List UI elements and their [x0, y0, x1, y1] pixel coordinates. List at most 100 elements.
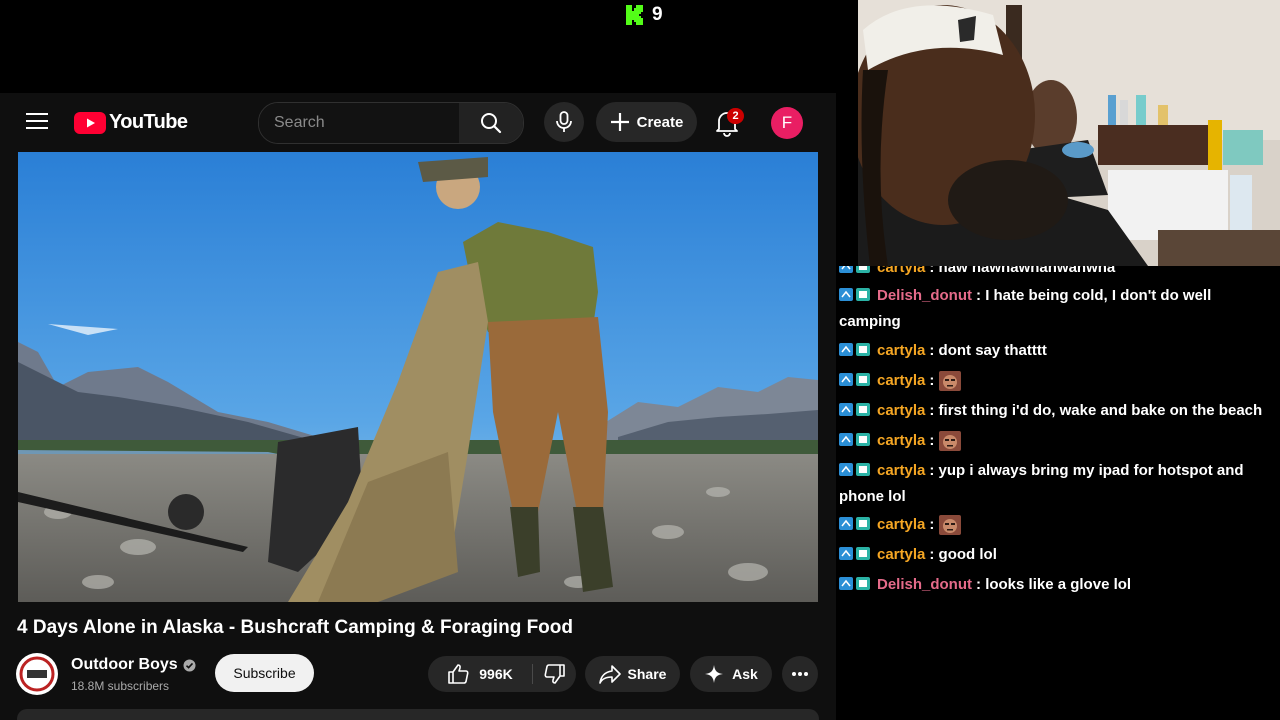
share-button[interactable]: Share — [585, 656, 680, 692]
like-count: 996K — [479, 666, 513, 682]
create-button[interactable]: Create — [596, 102, 697, 142]
dislike-button[interactable] — [533, 656, 576, 692]
chat-username[interactable]: cartyla — [877, 516, 925, 533]
notifications-button[interactable]: 2 — [712, 105, 744, 139]
channel-avatar[interactable] — [16, 653, 58, 695]
chat-colon: : — [929, 266, 939, 276]
chat-badges — [839, 339, 871, 364]
more-horizontal-icon — [792, 672, 808, 676]
plus-icon — [610, 113, 629, 131]
chat-text: naw nawnawnanwanwna — [938, 266, 1116, 276]
video-player[interactable] — [18, 152, 818, 602]
chat-username[interactable]: cartyla — [877, 402, 925, 419]
search-input[interactable] — [259, 103, 459, 143]
subscriber-count: 18.8M subscribers — [71, 679, 170, 693]
chat-badges — [839, 513, 871, 538]
thumbs-up-icon — [448, 664, 469, 684]
platform-badge-icon — [839, 546, 870, 560]
chat-username[interactable]: cartyla — [877, 342, 925, 359]
emote-face-icon — [938, 431, 961, 452]
chat-message: Delish_donut: looks like a glove lol — [839, 572, 1275, 598]
menu-icon[interactable] — [26, 112, 48, 130]
streamer-webcam — [858, 0, 1280, 266]
chat-username[interactable]: Delish_donut — [877, 576, 972, 593]
chat-colon: : — [929, 462, 939, 479]
sparkle-icon — [705, 665, 724, 683]
platform-badge-icon — [839, 287, 870, 301]
viewer-count: 9 — [652, 4, 663, 25]
youtube-logo[interactable]: YouTube — [74, 111, 188, 134]
chat-colon: : — [976, 287, 986, 304]
chat-panel: cartyla: naw nawnawnanwanwna Delish_donu… — [836, 266, 1280, 720]
platform-badge-icon — [839, 266, 870, 273]
youtube-logo-text: YouTube — [109, 111, 188, 133]
chat-username[interactable]: Delish_donut — [877, 287, 972, 304]
chat-badges — [839, 429, 871, 454]
platform-badge-icon — [839, 402, 870, 416]
video-frame — [18, 152, 818, 602]
platform-badge-icon — [839, 432, 870, 446]
thumbs-down-icon — [543, 664, 565, 684]
microphone-icon — [556, 111, 572, 132]
platform-badge-icon — [839, 372, 870, 386]
chat-username[interactable]: cartyla — [877, 546, 925, 563]
chat-message: cartyla: — [839, 512, 1275, 538]
chat-message: cartyla: first thing i'd do, wake and ba… — [839, 398, 1275, 424]
platform-badge-icon — [839, 576, 870, 590]
chat-colon: : — [929, 432, 939, 449]
chat-badges — [839, 284, 871, 309]
channel-name: Outdoor Boys — [71, 656, 178, 673]
chat-message: cartyla: — [839, 368, 1275, 394]
account-avatar[interactable]: F — [771, 107, 803, 139]
youtube-play-icon — [74, 111, 106, 134]
create-label: Create — [636, 113, 684, 131]
emote-face-icon — [938, 371, 961, 392]
chat-badges — [839, 266, 871, 281]
subscribe-button[interactable]: Subscribe — [215, 654, 314, 692]
search-button[interactable] — [459, 103, 523, 143]
share-label: Share — [627, 666, 667, 682]
search-icon — [481, 113, 502, 134]
chat-username[interactable]: cartyla — [877, 266, 925, 276]
chat-message: cartyla: dont say thatttt — [839, 338, 1275, 364]
chat-message: cartyla: naw nawnawnanwanwna — [839, 266, 1275, 281]
chat-colon: : — [929, 516, 939, 533]
channel-logo-icon — [17, 654, 57, 694]
verified-icon — [183, 659, 196, 671]
chat-colon: : — [929, 402, 939, 419]
chat-username[interactable]: cartyla — [877, 432, 925, 449]
chat-badges — [839, 459, 871, 484]
chat-message: cartyla: — [839, 428, 1275, 454]
chat-colon: : — [929, 372, 939, 389]
notification-badge: 2 — [727, 108, 744, 124]
chat-badges — [839, 573, 871, 598]
chat-message: Delish_donut: I hate being cold, I don't… — [839, 283, 1275, 334]
webcam-feed — [858, 0, 1280, 266]
chat-badges — [839, 399, 871, 424]
chat-colon: : — [929, 546, 939, 563]
more-actions-button[interactable] — [782, 656, 818, 692]
like-button[interactable]: 996K — [428, 656, 532, 692]
ask-label: Ask — [732, 666, 758, 682]
channel-name-row[interactable]: Outdoor Boys — [71, 656, 196, 674]
youtube-masthead: YouTube Create — [0, 93, 836, 151]
chat-text: first thing i'd do, wake and bake on the… — [938, 402, 1263, 419]
ask-button[interactable]: Ask — [690, 656, 772, 692]
like-dislike-group: 996K — [428, 656, 576, 692]
chat-username[interactable]: cartyla — [877, 462, 925, 479]
chat-text: dont say thatttt — [938, 342, 1047, 359]
chat-message: cartyla: good lol — [839, 542, 1275, 568]
search-bar — [258, 102, 524, 144]
kick-logo-icon — [626, 5, 643, 25]
chat-colon: : — [929, 342, 939, 359]
platform-badge-icon — [839, 516, 870, 530]
chat-username[interactable]: cartyla — [877, 372, 925, 389]
description-box[interactable] — [17, 709, 819, 720]
chat-colon: : — [976, 576, 986, 593]
youtube-window: YouTube Create — [0, 93, 836, 720]
chat-text: good lol — [938, 546, 997, 563]
video-title: 4 Days Alone in Alaska - Bushcraft Campi… — [17, 617, 574, 638]
chat-badges — [839, 543, 871, 568]
voice-search-button[interactable] — [544, 102, 584, 142]
platform-badge-icon — [839, 342, 870, 356]
